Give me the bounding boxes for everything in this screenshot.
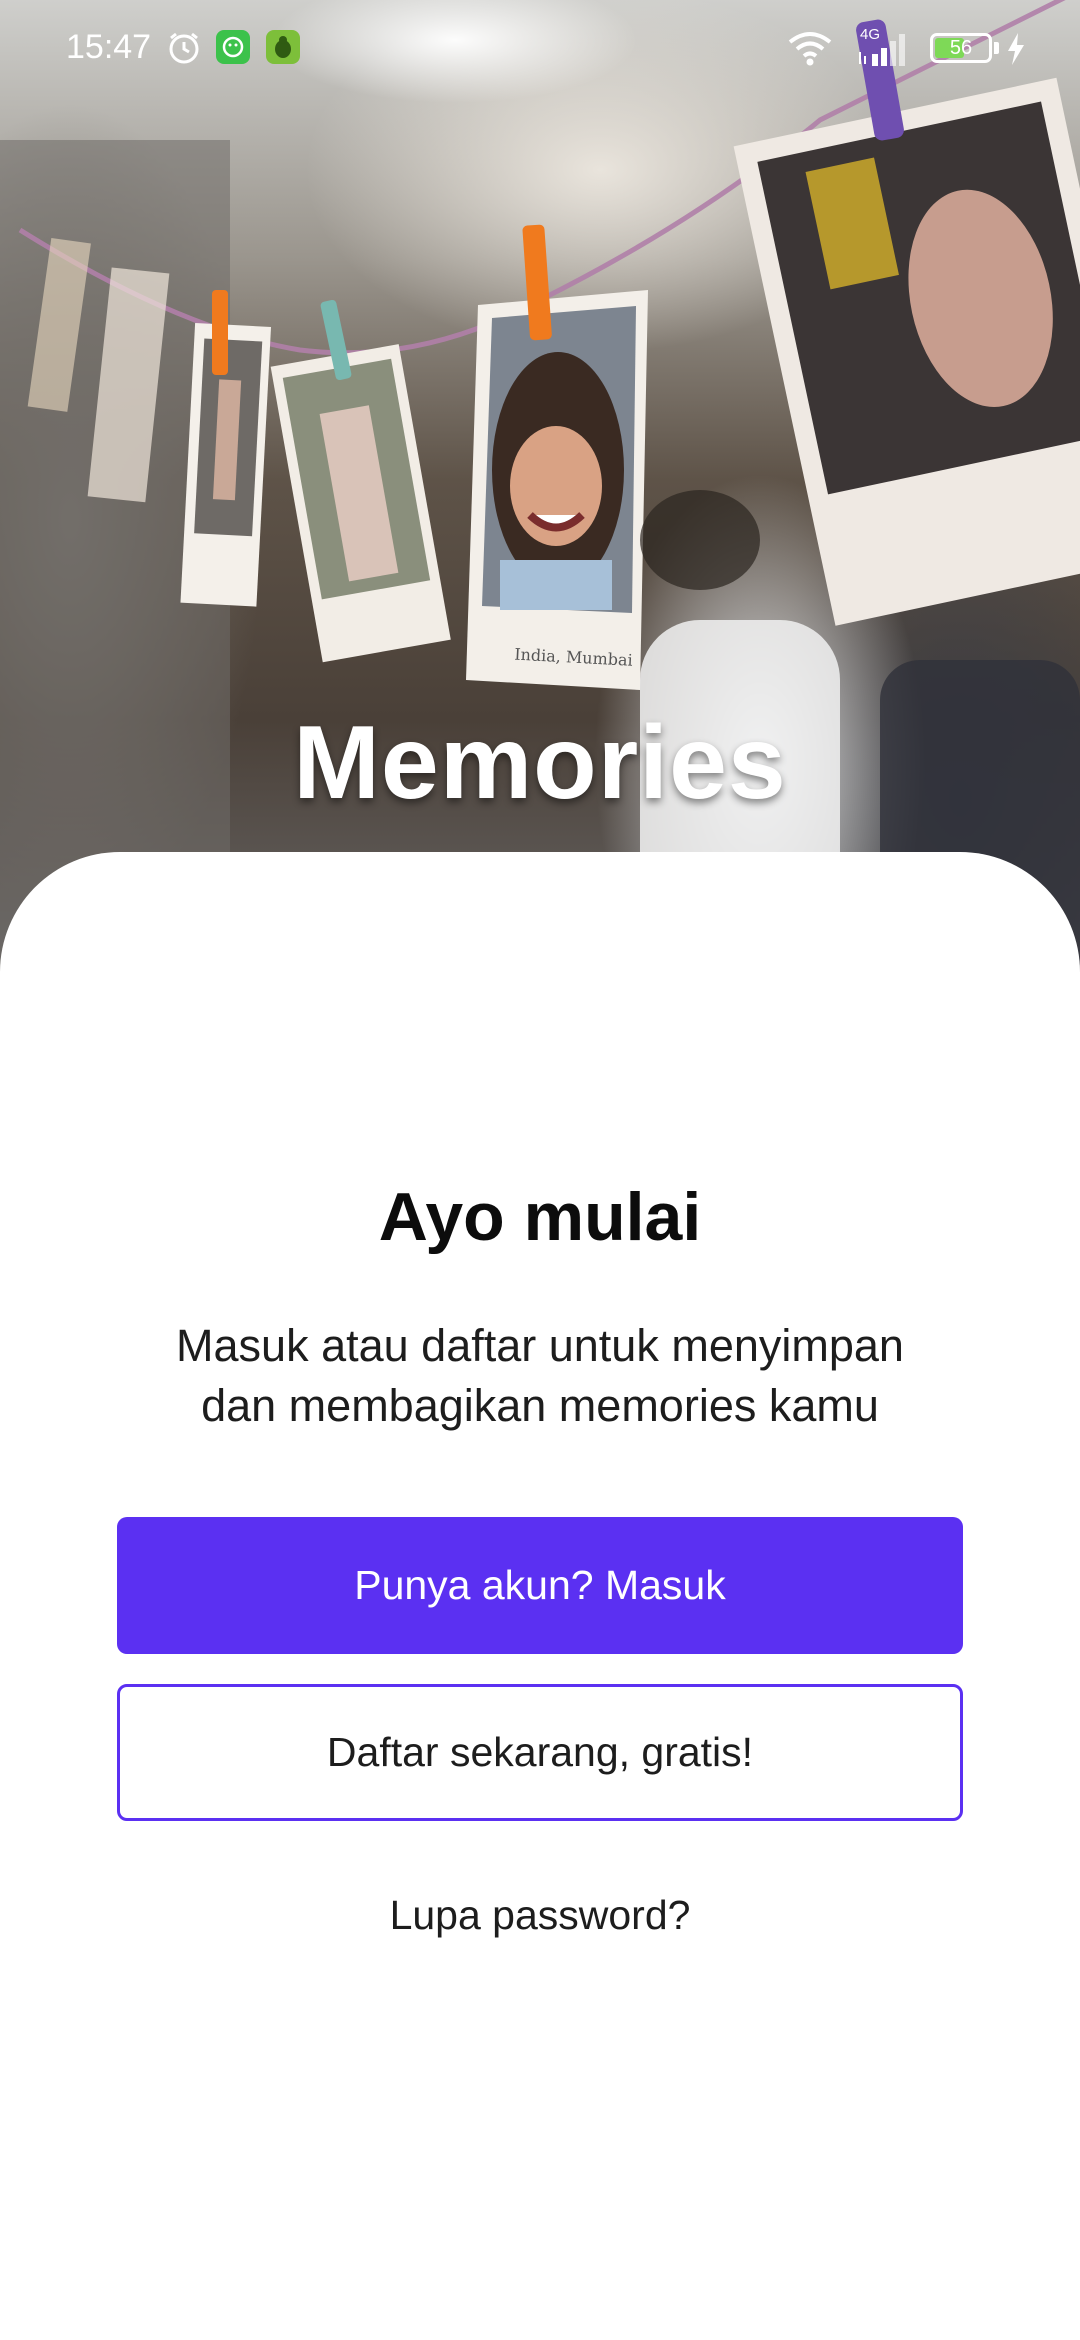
- polaroid-right: [733, 77, 1080, 626]
- login-button[interactable]: Punya akun? Masuk: [117, 1517, 963, 1654]
- alarm-icon: [169, 32, 199, 64]
- login-screen: India, Mumbai 15:47 4G 56 Memories Ayo m…: [0, 0, 1080, 2340]
- battery-tip: [994, 42, 999, 54]
- wifi-icon: [788, 32, 832, 66]
- polaroid-garland-illustration: India, Mumbai: [0, 0, 1080, 1000]
- welcome-sheet: Ayo mulai Masuk atau daftar untuk menyim…: [0, 852, 1080, 2340]
- signal-icon: [859, 34, 905, 66]
- battery-level: 56: [949, 37, 973, 59]
- hero-photo: India, Mumbai: [0, 0, 1080, 1000]
- polaroid-main: India, Mumbai: [466, 290, 648, 690]
- subtitle-line-1: Masuk atau daftar untuk menyimpan: [176, 1320, 904, 1371]
- app-title: Memories: [293, 705, 787, 821]
- forgot-password-link[interactable]: Lupa password?: [0, 1892, 1080, 1939]
- polaroid-2: [270, 344, 451, 663]
- charging-icon: [1008, 33, 1024, 65]
- status-time: 15:47: [66, 28, 152, 66]
- bug-app-icon: [266, 30, 300, 64]
- battery-icon: 56: [930, 33, 992, 63]
- app-notification-icon: [216, 30, 250, 64]
- subtitle-line-2: dan membagikan memories kamu: [201, 1380, 879, 1431]
- register-button[interactable]: Daftar sekarang, gratis!: [117, 1684, 963, 1821]
- subtitle: Masuk atau daftar untuk menyimpan dan me…: [90, 1316, 990, 1436]
- status-bar: 15:47 4G 56: [0, 0, 1080, 100]
- headline: Ayo mulai: [378, 1179, 702, 1255]
